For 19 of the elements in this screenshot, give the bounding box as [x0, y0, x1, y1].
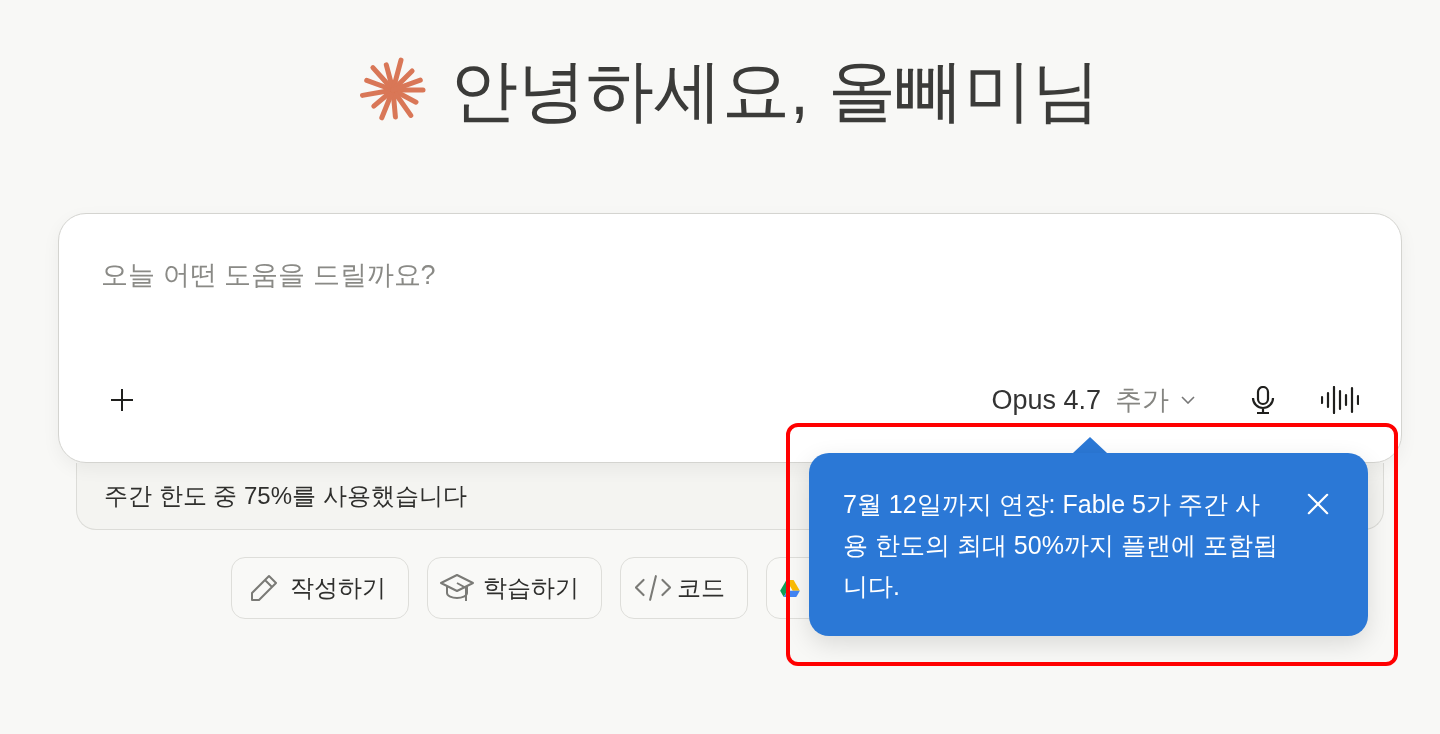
message-input[interactable]: 오늘 어떤 도움을 드릴까요? [101, 258, 1361, 372]
tooltip-message: 7월 12일까지 연장: Fable 5가 주간 사용 한도의 최대 50%까지 플랜에 포함됩니다. [843, 489, 1279, 602]
chevron-down-icon [1181, 396, 1195, 404]
write-chip[interactable]: 작성하기 [231, 557, 409, 619]
plus-icon [110, 388, 134, 412]
close-icon [1307, 493, 1329, 515]
message-composer[interactable]: 오늘 어떤 도움을 드릴까요? Opus 4.7 추가 [58, 213, 1402, 463]
drive-triangle-icon [780, 579, 800, 597]
sparkle-icon [360, 57, 427, 123]
code-icon [635, 575, 671, 601]
pencil-icon [248, 574, 278, 602]
learn-chip[interactable]: 학습하기 [427, 557, 602, 619]
greeting-heading: 안녕하세요, 올빼미님 [450, 51, 1100, 130]
waveform-icon [1321, 386, 1359, 414]
model-selector[interactable]: Opus 4.7 추가 [983, 376, 1203, 424]
graduation-cap-icon [439, 573, 475, 603]
code-chip[interactable]: 코드 [620, 557, 748, 619]
usage-text: 주간 한도 중 75%를 사용했습니다 [104, 481, 467, 511]
microphone-icon [1251, 386, 1275, 414]
